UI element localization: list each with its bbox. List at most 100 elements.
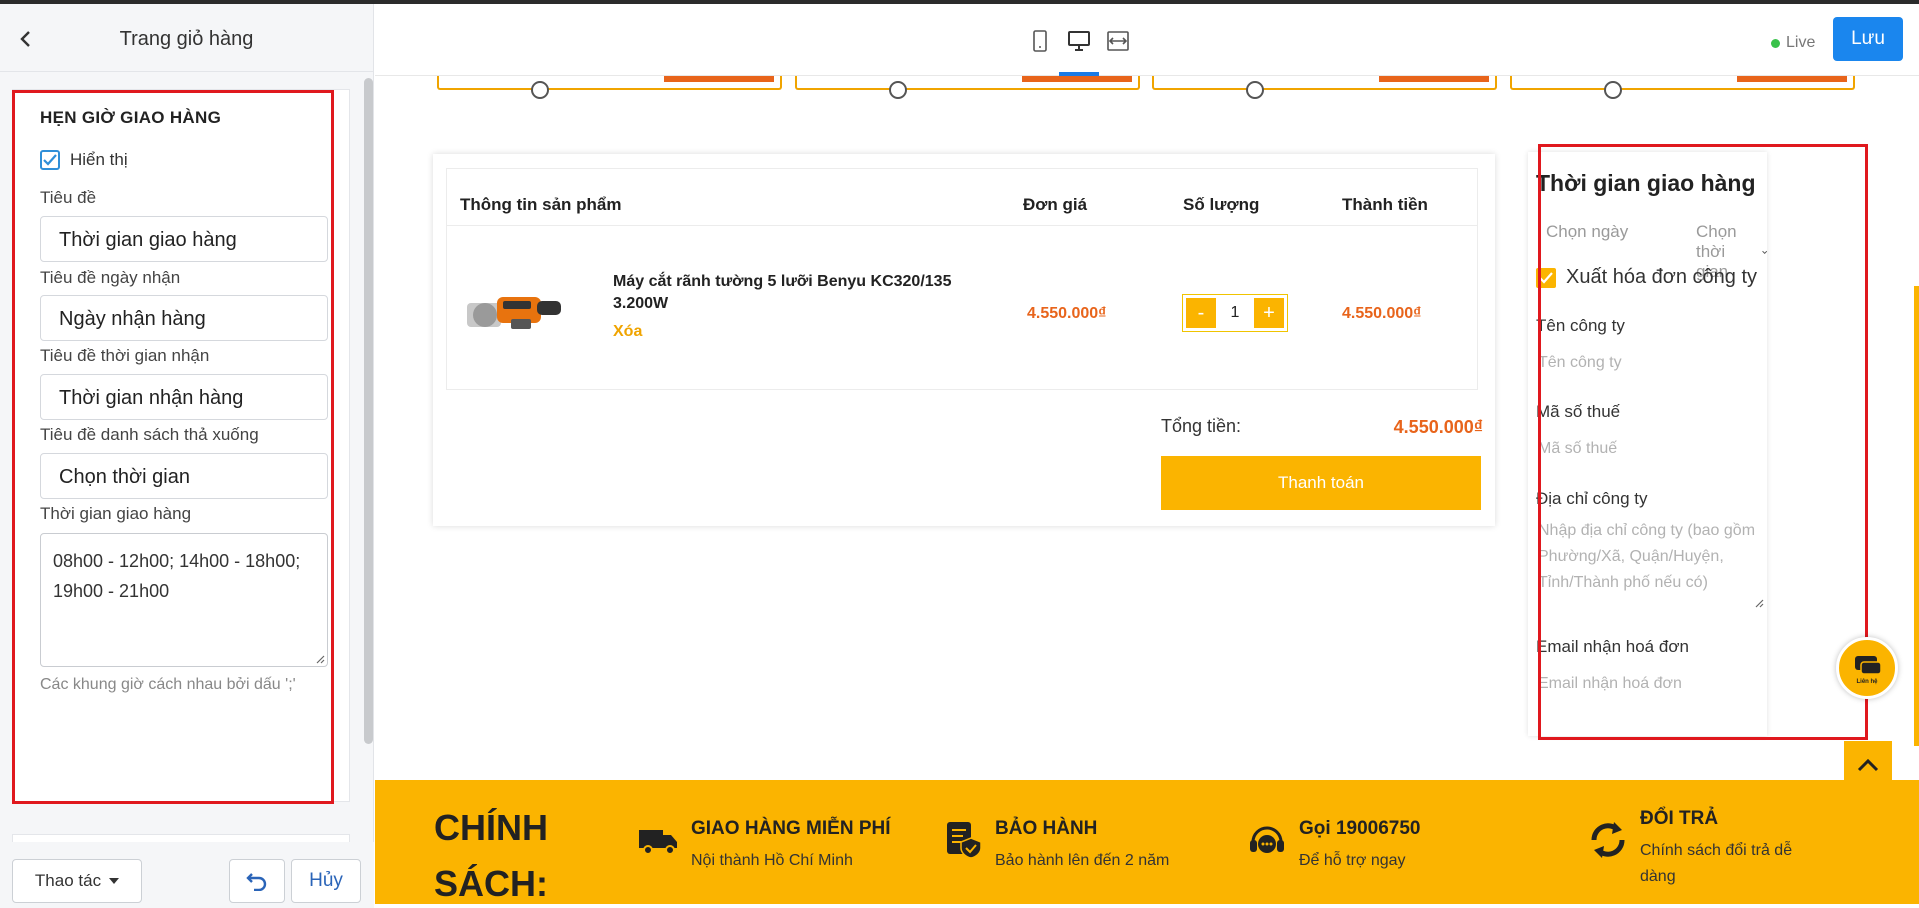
dropdown-title-field-label: Tiêu đề danh sách thả xuống (40, 425, 259, 444)
email-input[interactable]: Email nhận hoá đơn (1538, 671, 1682, 697)
invoice-toggle[interactable]: Xuất hóa đơn công ty (1536, 266, 1757, 289)
resize-handle-icon[interactable] (1754, 598, 1764, 608)
policy-item-title: Gọi 19006750 (1299, 818, 1421, 839)
remove-item-link[interactable]: Xóa (613, 323, 642, 341)
editor-topbar: Live Lưu (375, 4, 1919, 76)
policy-item-title: ĐỔI TRẢ (1640, 808, 1719, 829)
live-label: Live (1786, 34, 1816, 51)
actions-label: Thao tác (34, 871, 102, 890)
tax-input[interactable]: Mã số thuế (1538, 436, 1617, 462)
tax-label: Mã số thuế (1536, 402, 1621, 421)
line-subtotal: 4.550.000₫ (1342, 305, 1422, 322)
col-quantity: Số lượng (1183, 195, 1260, 214)
product-name[interactable]: Máy cắt rãnh tường 5 lưỡi Benyu KC320/13… (613, 271, 973, 315)
actions-dropdown-button[interactable]: Thao tác (12, 859, 142, 903)
qty-plus-button[interactable]: + (1254, 298, 1284, 328)
contact-bubble[interactable]: Liên hệ (1836, 637, 1898, 699)
return-icon (1591, 822, 1625, 858)
product-image[interactable] (463, 279, 563, 339)
address-label: Địa chỉ công ty (1536, 489, 1648, 508)
caret-down-icon (109, 878, 120, 884)
coupon-notch (889, 81, 907, 99)
show-toggle[interactable]: Hiển thị (40, 150, 128, 170)
policy-strip: CHÍNH SÁCH: GIAO HÀNG MIỄN PHÍ Nội thành… (375, 780, 1919, 904)
delivery-schedule-card: HẸN GIỜ GIAO HÀNG Hiển thị Tiêu đề Thời … (12, 89, 350, 802)
cart-table: Thông tin sản phẩm Đơn giá Số lượng Thàn… (446, 168, 1478, 390)
mobile-icon[interactable] (1027, 28, 1053, 54)
invoice-label: Xuất hóa đơn công ty (1566, 266, 1758, 288)
coupon-button[interactable] (1022, 76, 1132, 82)
show-checkbox[interactable] (40, 150, 60, 170)
qty-minus-button[interactable]: - (1186, 298, 1216, 328)
time-title-field-label: Tiêu đề thời gian nhận (40, 346, 210, 365)
invoice-checkbox[interactable] (1536, 267, 1556, 288)
fullwidth-icon[interactable] (1105, 28, 1131, 54)
qty-value[interactable]: 1 (1231, 304, 1240, 322)
headset-icon (1250, 826, 1284, 853)
policy-item-title: BẢO HÀNH (995, 818, 1098, 839)
time-slots-textarea[interactable]: 08h00 - 12h00; 14h00 - 18h00; 19h00 - 21… (40, 533, 328, 667)
quantity-stepper: - 1 + (1182, 294, 1288, 332)
date-title-field[interactable]: Ngày nhận hàng (40, 295, 328, 341)
settings-scrollbar[interactable] (364, 78, 373, 744)
contact-bubble-label: Liên hệ (1856, 679, 1878, 685)
chevron-up-icon (1857, 758, 1879, 772)
save-button[interactable]: Lưu (1833, 17, 1903, 61)
date-select-placeholder: Chọn ngày (1546, 222, 1629, 241)
policy-item-title: GIAO HÀNG MIỄN PHÍ (691, 818, 891, 839)
settings-panel: Trang giỏ hàng HẸN GIỜ GIAO HÀNG Hiển th… (0, 4, 374, 908)
total-value: 4.550.000₫ (1393, 417, 1483, 437)
policy-title: CHÍNH SÁCH: (434, 807, 548, 904)
policy-item-desc: Bảo hành lên đến 2 năm (995, 852, 1170, 869)
col-product: Thông tin sản phẩm (460, 195, 622, 214)
email-label: Email nhận hoá đơn (1536, 637, 1689, 656)
total-label: Tổng tiền: (1161, 416, 1242, 436)
settings-footer: Thao tác Hủy (0, 842, 374, 908)
company-label: Tên công ty (1536, 316, 1625, 335)
coupon-notch (531, 81, 549, 99)
coupon-card[interactable] (437, 76, 782, 99)
policy-item-desc: Nội thành Hồ Chí Minh (691, 852, 853, 869)
date-select[interactable]: Chọn ngày (1546, 222, 1628, 242)
coupon-card[interactable] (1152, 76, 1497, 99)
policy-item: BẢO HÀNH Bảo hành lên đến 2 năm (941, 818, 1169, 874)
delivery-panel: Thời gian giao hàng Chọn ngày Chọn thời … (1528, 152, 1767, 736)
cancel-button[interactable]: Hủy (291, 859, 361, 903)
title-field-label: Tiêu đề (40, 188, 97, 207)
live-status: Live (1771, 34, 1815, 52)
warranty-icon (947, 822, 982, 859)
live-dot (1771, 38, 1780, 48)
chat-icon: Liên hệ (1855, 656, 1882, 685)
address-textarea[interactable]: Nhập địa chỉ công ty (bao gồm Phường/Xã,… (1538, 518, 1758, 596)
policy-item-desc: Để hỗ trợ ngay (1299, 852, 1406, 869)
coupon-button[interactable] (1737, 76, 1847, 82)
desktop-icon[interactable] (1066, 28, 1092, 54)
policy-item: Gọi 19006750 Để hỗ trợ ngay (1245, 818, 1420, 874)
coupon-notch (1604, 81, 1622, 99)
policy-item-desc: Chính sách đổi trả dễ dàng (1640, 842, 1793, 885)
cart-box: Thông tin sản phẩm Đơn giá Số lượng Thàn… (433, 154, 1495, 526)
delivery-title: Thời gian giao hàng (1536, 170, 1756, 196)
undo-button[interactable] (229, 859, 285, 903)
coupon-card[interactable] (1510, 76, 1855, 99)
time-title-field[interactable]: Thời gian nhận hàng (40, 374, 328, 420)
title-field[interactable]: Thời gian giao hàng (40, 216, 328, 262)
col-unit-price: Đơn giá (1023, 195, 1088, 214)
preview-canvas: Thông tin sản phẩm Đơn giá Số lượng Thàn… (375, 76, 1919, 904)
time-slots-hint: Các khung giờ cách nhau bởi dấu ';' (40, 676, 296, 693)
unit-price: 4.550.000₫ (1027, 305, 1107, 322)
coupon-card[interactable] (795, 76, 1140, 99)
company-input[interactable]: Tên công ty (1538, 350, 1622, 376)
undo-icon (246, 873, 267, 891)
resize-handle-icon[interactable] (315, 654, 325, 664)
coupon-button[interactable] (664, 76, 774, 82)
coupon-button[interactable] (1379, 76, 1489, 82)
chevron-down-icon (1761, 250, 1767, 254)
checkout-button[interactable]: Thanh toán (1161, 456, 1481, 510)
coupon-notch (1246, 81, 1264, 99)
col-subtotal: Thành tiền (1342, 195, 1428, 214)
check-icon (1539, 271, 1553, 284)
section-title: HẸN GIỜ GIAO HÀNG (40, 108, 222, 127)
show-label: Hiển thị (70, 150, 128, 169)
dropdown-title-field[interactable]: Chọn thời gian (40, 453, 328, 499)
